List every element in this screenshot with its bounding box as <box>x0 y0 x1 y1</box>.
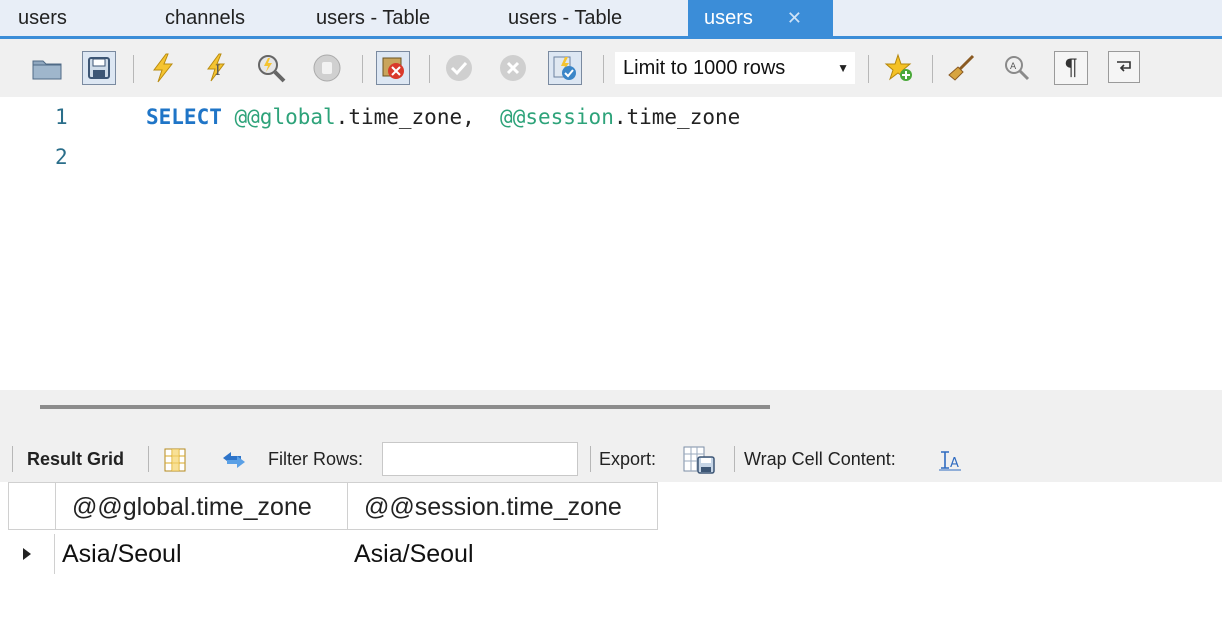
svg-text:A: A <box>950 456 959 471</box>
export-label: Export: <box>599 449 657 469</box>
grid-view-icon[interactable] <box>164 436 186 482</box>
row-header-corner <box>8 482 56 530</box>
execute-icon[interactable] <box>146 51 180 85</box>
dropdown-arrow-icon: ▼ <box>837 61 849 75</box>
limit-rows-value: Limit to 1000 rows <box>623 57 786 79</box>
tab-label: users <box>704 7 753 29</box>
result-grid: @@global.time_zone @@session.time_zone A… <box>0 482 1222 642</box>
tab-users-1[interactable]: users <box>18 0 67 36</box>
svg-text:I: I <box>215 63 221 79</box>
close-icon[interactable]: ✕ <box>787 0 802 36</box>
explain-icon[interactable] <box>254 51 288 85</box>
panel-splitter[interactable] <box>0 390 1222 436</box>
sql-keyword: SELECT <box>146 105 222 129</box>
line-number: 1 <box>55 105 68 129</box>
horizontal-scrollbar[interactable] <box>40 405 770 409</box>
tab-bar: users channels users - Table users - Tab… <box>0 0 1222 38</box>
sql-statement: SELECT @@global.time_zone, @@session.tim… <box>146 105 740 129</box>
rollback-icon[interactable] <box>496 51 530 85</box>
row-marker[interactable] <box>8 534 55 574</box>
line-number: 2 <box>55 145 68 169</box>
stop-icon[interactable] <box>310 51 344 85</box>
filter-rows-input[interactable] <box>382 442 578 476</box>
sql-text: .time_zone <box>613 105 741 129</box>
result-toolbar: Result Grid Filter Rows: Export: Wrap Ce… <box>0 436 1222 482</box>
find-icon[interactable]: A <box>999 51 1033 85</box>
tab-users-table-1[interactable]: users - Table <box>316 0 430 36</box>
table-cell-global[interactable]: Asia/Seoul <box>62 534 182 574</box>
sql-editor[interactable]: 1 SELECT @@global.time_zone, @@session.t… <box>0 97 1222 390</box>
table-cell-session[interactable]: Asia/Seoul <box>354 534 474 574</box>
editor-toolbar: I Limit to 1000 rows ▼ A ¶ <box>0 39 1222 97</box>
current-row-icon <box>23 548 31 560</box>
execute-current-icon[interactable]: I <box>200 51 234 85</box>
wrap-cell-label: Wrap Cell Content: <box>744 449 896 469</box>
beautify-icon[interactable] <box>944 51 978 85</box>
sql-text: .time_zone, <box>335 105 475 129</box>
filter-rows-label: Filter Rows: <box>268 449 364 469</box>
save-icon[interactable] <box>82 51 116 85</box>
toggle-error-icon[interactable] <box>376 51 410 85</box>
autocommit-icon[interactable] <box>548 51 582 85</box>
sql-variable-global: @@global <box>234 105 336 129</box>
open-folder-icon[interactable] <box>30 51 64 85</box>
column-header-global[interactable]: @@global.time_zone <box>55 482 348 530</box>
tab-users-active[interactable]: users ✕ <box>688 0 833 36</box>
svg-text:A: A <box>1010 62 1017 72</box>
invisible-chars-icon[interactable]: ¶ <box>1054 51 1088 85</box>
tab-channels[interactable]: channels <box>165 0 245 36</box>
limit-rows-select[interactable]: Limit to 1000 rows ▼ <box>614 51 856 85</box>
result-grid-tab[interactable]: Result Grid <box>27 436 124 482</box>
add-snippet-icon[interactable] <box>882 51 916 85</box>
wrap-icon[interactable] <box>1108 51 1140 83</box>
refresh-icon[interactable] <box>219 436 249 482</box>
export-icon[interactable] <box>682 436 718 482</box>
sql-variable-session: @@session <box>500 105 614 129</box>
tab-users-table-2[interactable]: users - Table <box>508 0 622 36</box>
column-header-session[interactable]: @@session.time_zone <box>347 482 658 530</box>
commit-icon[interactable] <box>442 51 476 85</box>
wrap-cell-icon[interactable]: A <box>938 436 962 482</box>
